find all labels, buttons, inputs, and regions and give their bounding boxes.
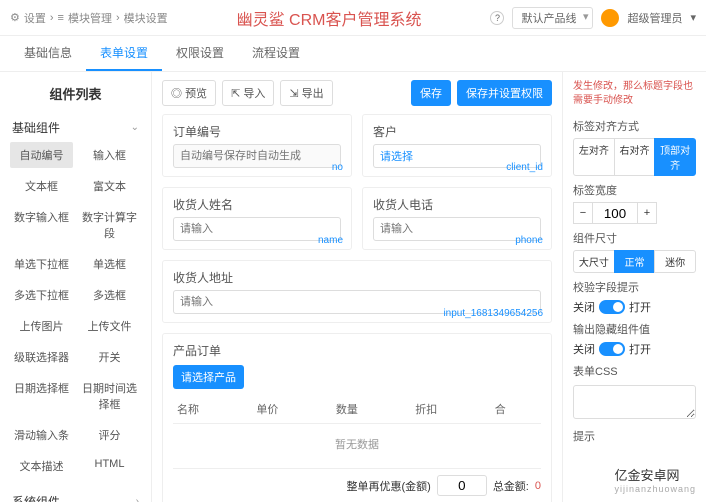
- align-left[interactable]: 左对齐: [573, 138, 615, 176]
- component-item[interactable]: 数字计算字段: [78, 204, 141, 246]
- component-item[interactable]: 日期选择框: [10, 375, 73, 417]
- total-amount: 0: [535, 480, 541, 492]
- table-header: 数量: [332, 395, 411, 424]
- component-item[interactable]: 单选框: [78, 251, 141, 277]
- group-base[interactable]: 基础组件⌄: [10, 113, 141, 142]
- table-header: 折扣: [411, 395, 490, 424]
- select-product-button[interactable]: 请选择产品: [173, 365, 244, 389]
- component-item[interactable]: 文本描述: [10, 453, 73, 479]
- component-item[interactable]: HTML: [78, 453, 141, 479]
- save-perm-button[interactable]: 保存并设置权限: [457, 80, 552, 106]
- component-item[interactable]: 多选框: [78, 282, 141, 308]
- component-item[interactable]: 上传图片: [10, 313, 73, 339]
- validate-switch[interactable]: [599, 300, 625, 314]
- field-recv-phone[interactable]: 收货人电话 phone: [362, 187, 552, 250]
- css-textarea[interactable]: [573, 385, 696, 419]
- component-item[interactable]: 富文本: [78, 173, 141, 199]
- table-header: 单价: [252, 395, 331, 424]
- align-top[interactable]: 顶部对齐: [654, 138, 696, 176]
- component-item[interactable]: 滑动输入条: [10, 422, 73, 448]
- gear-icon: ⚙: [10, 11, 20, 24]
- crumb-hamburger-icon: ≡: [58, 12, 64, 24]
- product-section[interactable]: 产品订单 请选择产品 名称单价数量折扣合 暂无数据 整单再优惠(金额) 总金额:…: [162, 333, 552, 502]
- field-customer[interactable]: 客户 请选择 client_id: [362, 114, 552, 177]
- width-minus[interactable]: −: [573, 202, 593, 224]
- tab-permission[interactable]: 权限设置: [162, 36, 238, 71]
- component-item[interactable]: 输入框: [78, 142, 141, 168]
- size-mini[interactable]: 迷你: [654, 250, 696, 273]
- tab-flow[interactable]: 流程设置: [238, 36, 314, 71]
- component-item[interactable]: 文本框: [10, 173, 73, 199]
- size-large[interactable]: 大尺寸: [573, 250, 615, 273]
- chevron-down-icon: ⌄: [131, 122, 139, 133]
- crumb-module-mgmt[interactable]: 模块管理: [68, 10, 112, 26]
- hidden-switch[interactable]: [599, 342, 625, 356]
- component-item[interactable]: 数字输入框: [10, 204, 73, 246]
- import-button[interactable]: ⇱ 导入: [222, 80, 274, 106]
- size-normal[interactable]: 正常: [614, 250, 656, 273]
- table-header: 合: [491, 395, 541, 424]
- field-recv-addr[interactable]: 收货人地址 input_1681349654256: [162, 260, 552, 323]
- export-button[interactable]: ⇲ 导出: [280, 80, 332, 106]
- crumb-module-settings: 模块设置: [124, 10, 168, 26]
- width-input[interactable]: [593, 202, 637, 224]
- component-item[interactable]: 级联选择器: [10, 344, 73, 370]
- admin-name[interactable]: 超级管理员: [627, 10, 682, 26]
- table-empty: 暂无数据: [173, 424, 541, 465]
- warning-text: 发生修改，那么标题字段也需要手动修改: [573, 80, 696, 108]
- chevron-right-icon: ›: [136, 496, 139, 502]
- field-order-no[interactable]: 订单编号 no: [162, 114, 352, 177]
- component-item[interactable]: 单选下拉框: [10, 251, 73, 277]
- component-item[interactable]: 多选下拉框: [10, 282, 73, 308]
- component-item[interactable]: 自动编号: [10, 142, 73, 168]
- component-item[interactable]: 上传文件: [78, 313, 141, 339]
- avatar[interactable]: [601, 9, 619, 27]
- chevron-down-icon: ▾: [690, 11, 696, 24]
- table-header: 名称: [173, 395, 252, 424]
- order-no-input[interactable]: [173, 144, 341, 168]
- field-recv-name[interactable]: 收货人姓名 name: [162, 187, 352, 250]
- tab-basic[interactable]: 基础信息: [10, 36, 86, 71]
- recv-name-input[interactable]: [173, 217, 341, 241]
- component-item[interactable]: 评分: [78, 422, 141, 448]
- component-item[interactable]: 日期时间选择框: [78, 375, 141, 417]
- tab-form[interactable]: 表单设置: [86, 36, 162, 71]
- preview-button[interactable]: ◎ 预览: [162, 80, 216, 106]
- sidebar-title: 组件列表: [10, 80, 141, 113]
- save-button[interactable]: 保存: [411, 80, 451, 106]
- width-plus[interactable]: +: [637, 202, 657, 224]
- component-item[interactable]: 开关: [78, 344, 141, 370]
- watermark: 亿金安卓网 yijinanzhuowang: [614, 465, 696, 494]
- crumb-settings[interactable]: 设置: [24, 10, 46, 26]
- help-icon[interactable]: ?: [490, 11, 504, 25]
- discount-input[interactable]: [437, 475, 487, 496]
- app-title: 幽灵鲨 CRM客户管理系统: [168, 6, 491, 30]
- align-right[interactable]: 右对齐: [614, 138, 656, 176]
- product-line-select[interactable]: 默认产品线: [512, 7, 593, 29]
